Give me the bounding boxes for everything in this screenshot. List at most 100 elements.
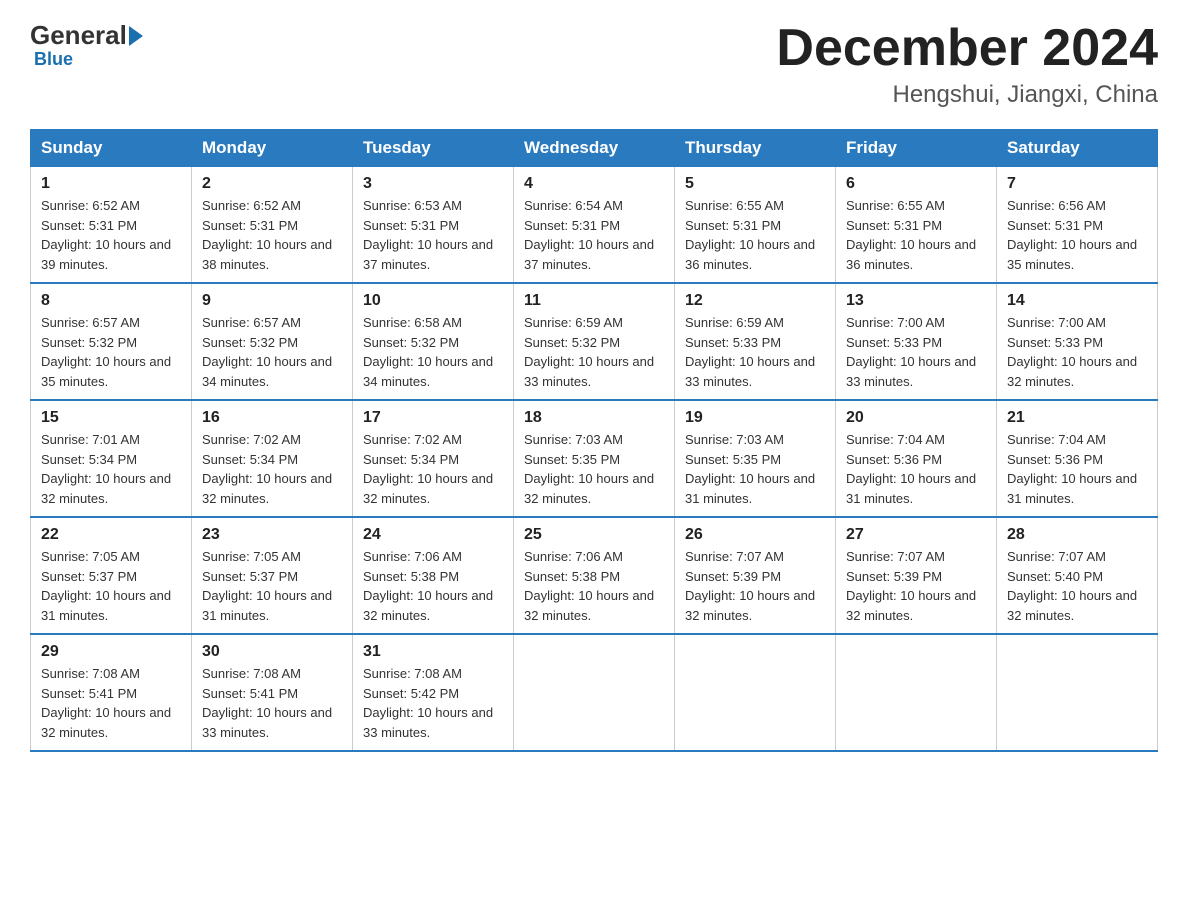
day-number: 6 [846,175,986,193]
calendar-cell: 5 Sunrise: 6:55 AMSunset: 5:31 PMDayligh… [675,167,836,284]
calendar-week-row-1: 1 Sunrise: 6:52 AMSunset: 5:31 PMDayligh… [31,167,1158,284]
day-info: Sunrise: 7:02 AMSunset: 5:34 PMDaylight:… [202,430,342,508]
day-info: Sunrise: 7:07 AMSunset: 5:40 PMDaylight:… [1007,547,1147,625]
calendar-cell: 11 Sunrise: 6:59 AMSunset: 5:32 PMDaylig… [514,283,675,400]
day-number: 1 [41,175,181,193]
calendar-day-header-wednesday: Wednesday [514,130,675,167]
calendar-week-row-5: 29 Sunrise: 7:08 AMSunset: 5:41 PMDaylig… [31,634,1158,751]
calendar-table: SundayMondayTuesdayWednesdayThursdayFrid… [30,129,1158,752]
day-info: Sunrise: 6:58 AMSunset: 5:32 PMDaylight:… [363,313,503,391]
day-info: Sunrise: 7:01 AMSunset: 5:34 PMDaylight:… [41,430,181,508]
calendar-header-row: SundayMondayTuesdayWednesdayThursdayFrid… [31,130,1158,167]
calendar-cell: 22 Sunrise: 7:05 AMSunset: 5:37 PMDaylig… [31,517,192,634]
day-number: 31 [363,643,503,661]
calendar-week-row-4: 22 Sunrise: 7:05 AMSunset: 5:37 PMDaylig… [31,517,1158,634]
day-info: Sunrise: 7:07 AMSunset: 5:39 PMDaylight:… [685,547,825,625]
day-info: Sunrise: 7:03 AMSunset: 5:35 PMDaylight:… [685,430,825,508]
day-info: Sunrise: 6:52 AMSunset: 5:31 PMDaylight:… [41,196,181,274]
calendar-cell: 19 Sunrise: 7:03 AMSunset: 5:35 PMDaylig… [675,400,836,517]
day-number: 26 [685,526,825,544]
day-info: Sunrise: 7:04 AMSunset: 5:36 PMDaylight:… [846,430,986,508]
logo-blue-text: Blue [34,49,73,70]
day-number: 17 [363,409,503,427]
calendar-cell: 9 Sunrise: 6:57 AMSunset: 5:32 PMDayligh… [192,283,353,400]
day-number: 19 [685,409,825,427]
day-number: 24 [363,526,503,544]
day-info: Sunrise: 7:00 AMSunset: 5:33 PMDaylight:… [1007,313,1147,391]
calendar-cell: 8 Sunrise: 6:57 AMSunset: 5:32 PMDayligh… [31,283,192,400]
logo: General Blue [30,20,145,70]
calendar-cell: 15 Sunrise: 7:01 AMSunset: 5:34 PMDaylig… [31,400,192,517]
calendar-cell: 27 Sunrise: 7:07 AMSunset: 5:39 PMDaylig… [836,517,997,634]
day-info: Sunrise: 6:59 AMSunset: 5:33 PMDaylight:… [685,313,825,391]
calendar-cell: 10 Sunrise: 6:58 AMSunset: 5:32 PMDaylig… [353,283,514,400]
calendar-cell: 23 Sunrise: 7:05 AMSunset: 5:37 PMDaylig… [192,517,353,634]
day-number: 16 [202,409,342,427]
day-number: 27 [846,526,986,544]
day-info: Sunrise: 7:07 AMSunset: 5:39 PMDaylight:… [846,547,986,625]
day-number: 28 [1007,526,1147,544]
logo-general-text: General [30,20,127,51]
calendar-cell [675,634,836,751]
calendar-cell [836,634,997,751]
calendar-cell: 30 Sunrise: 7:08 AMSunset: 5:41 PMDaylig… [192,634,353,751]
day-number: 29 [41,643,181,661]
calendar-day-header-friday: Friday [836,130,997,167]
logo-triangle-icon [129,26,143,46]
day-info: Sunrise: 7:08 AMSunset: 5:41 PMDaylight:… [202,664,342,742]
calendar-cell: 25 Sunrise: 7:06 AMSunset: 5:38 PMDaylig… [514,517,675,634]
day-number: 4 [524,175,664,193]
day-info: Sunrise: 6:52 AMSunset: 5:31 PMDaylight:… [202,196,342,274]
day-info: Sunrise: 7:08 AMSunset: 5:41 PMDaylight:… [41,664,181,742]
calendar-day-header-sunday: Sunday [31,130,192,167]
calendar-cell: 21 Sunrise: 7:04 AMSunset: 5:36 PMDaylig… [997,400,1158,517]
calendar-cell: 14 Sunrise: 7:00 AMSunset: 5:33 PMDaylig… [997,283,1158,400]
day-info: Sunrise: 7:00 AMSunset: 5:33 PMDaylight:… [846,313,986,391]
day-number: 30 [202,643,342,661]
day-info: Sunrise: 7:03 AMSunset: 5:35 PMDaylight:… [524,430,664,508]
calendar-cell: 20 Sunrise: 7:04 AMSunset: 5:36 PMDaylig… [836,400,997,517]
day-number: 3 [363,175,503,193]
day-info: Sunrise: 7:06 AMSunset: 5:38 PMDaylight:… [363,547,503,625]
day-info: Sunrise: 7:05 AMSunset: 5:37 PMDaylight:… [41,547,181,625]
day-info: Sunrise: 6:57 AMSunset: 5:32 PMDaylight:… [41,313,181,391]
day-info: Sunrise: 7:02 AMSunset: 5:34 PMDaylight:… [363,430,503,508]
calendar-cell: 31 Sunrise: 7:08 AMSunset: 5:42 PMDaylig… [353,634,514,751]
day-number: 20 [846,409,986,427]
calendar-day-header-saturday: Saturday [997,130,1158,167]
header-right: December 2024 Hengshui, Jiangxi, China [776,20,1158,109]
day-number: 23 [202,526,342,544]
calendar-cell: 24 Sunrise: 7:06 AMSunset: 5:38 PMDaylig… [353,517,514,634]
day-number: 14 [1007,292,1147,310]
page-header: General Blue December 2024 Hengshui, Jia… [30,20,1158,109]
day-number: 7 [1007,175,1147,193]
calendar-cell: 2 Sunrise: 6:52 AMSunset: 5:31 PMDayligh… [192,167,353,284]
day-number: 9 [202,292,342,310]
calendar-day-header-tuesday: Tuesday [353,130,514,167]
day-info: Sunrise: 6:59 AMSunset: 5:32 PMDaylight:… [524,313,664,391]
calendar-cell: 13 Sunrise: 7:00 AMSunset: 5:33 PMDaylig… [836,283,997,400]
calendar-cell [997,634,1158,751]
calendar-cell: 18 Sunrise: 7:03 AMSunset: 5:35 PMDaylig… [514,400,675,517]
calendar-cell: 12 Sunrise: 6:59 AMSunset: 5:33 PMDaylig… [675,283,836,400]
day-number: 25 [524,526,664,544]
day-info: Sunrise: 7:04 AMSunset: 5:36 PMDaylight:… [1007,430,1147,508]
calendar-cell: 28 Sunrise: 7:07 AMSunset: 5:40 PMDaylig… [997,517,1158,634]
day-number: 8 [41,292,181,310]
calendar-subtitle: Hengshui, Jiangxi, China [776,81,1158,109]
day-number: 10 [363,292,503,310]
day-number: 15 [41,409,181,427]
day-info: Sunrise: 6:53 AMSunset: 5:31 PMDaylight:… [363,196,503,274]
day-info: Sunrise: 7:05 AMSunset: 5:37 PMDaylight:… [202,547,342,625]
day-info: Sunrise: 7:06 AMSunset: 5:38 PMDaylight:… [524,547,664,625]
calendar-cell: 26 Sunrise: 7:07 AMSunset: 5:39 PMDaylig… [675,517,836,634]
day-number: 12 [685,292,825,310]
day-number: 21 [1007,409,1147,427]
calendar-cell: 4 Sunrise: 6:54 AMSunset: 5:31 PMDayligh… [514,167,675,284]
calendar-cell: 1 Sunrise: 6:52 AMSunset: 5:31 PMDayligh… [31,167,192,284]
day-number: 5 [685,175,825,193]
calendar-week-row-2: 8 Sunrise: 6:57 AMSunset: 5:32 PMDayligh… [31,283,1158,400]
day-number: 11 [524,292,664,310]
calendar-cell [514,634,675,751]
day-number: 13 [846,292,986,310]
